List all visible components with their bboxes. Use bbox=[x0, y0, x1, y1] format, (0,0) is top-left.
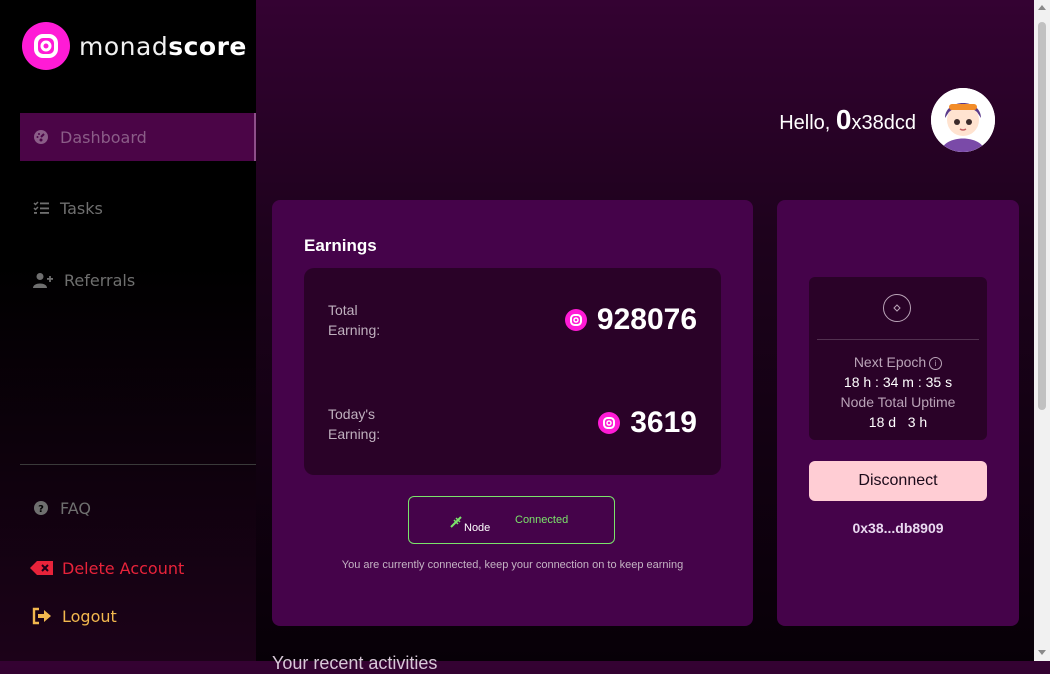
next-epoch-time: 18 h : 34 m : 35 s bbox=[843, 374, 953, 390]
today-earning-amount: 3619 bbox=[630, 406, 697, 439]
address-rest: x38dcd bbox=[851, 112, 917, 134]
sidebar-item-label: Logout bbox=[62, 606, 117, 626]
total-earning-amount: 928076 bbox=[596, 303, 697, 336]
uptime-value: 18 d 3 h bbox=[868, 414, 928, 430]
avatar[interactable] bbox=[931, 88, 995, 152]
sidebar-item-dashboard[interactable]: Dashboard bbox=[20, 113, 256, 161]
sidebar: monadscore Dashboard Tasks Referrals ? F… bbox=[0, 0, 256, 661]
epoch-panel: Next Epoch i 18 h : 34 m : 35 s Node Tota… bbox=[809, 277, 987, 440]
brand-logo[interactable]: monadscore bbox=[22, 22, 247, 70]
logo-icon bbox=[22, 22, 70, 70]
sidebar-item-label: Delete Account bbox=[62, 558, 185, 578]
coin-icon bbox=[564, 309, 587, 331]
greeting: Hello, 0x38dcd bbox=[720, 104, 916, 136]
next-epoch-label: Next Epoch bbox=[853, 354, 927, 370]
sidebar-item-faq[interactable]: ? FAQ bbox=[20, 484, 256, 532]
node-dot-icon bbox=[883, 294, 911, 322]
sidebar-item-label: FAQ bbox=[60, 498, 91, 518]
earnings-card: Earnings Total Earning: 928076 Today's E… bbox=[272, 200, 753, 626]
today-earning-label: Today's Earning: bbox=[328, 406, 381, 442]
logo-wordmark: monadscore bbox=[79, 31, 247, 61]
greeting-text: Hello, bbox=[779, 112, 831, 134]
sidebar-item-label: Tasks bbox=[60, 198, 103, 218]
question-circle-icon: ? bbox=[32, 499, 50, 517]
node-status-box: Node Connected bbox=[408, 496, 615, 544]
sidebar-item-tasks[interactable]: Tasks bbox=[20, 184, 256, 232]
disconnect-button[interactable]: Disconnect bbox=[809, 461, 987, 501]
plug-icon bbox=[449, 514, 463, 533]
sidebar-item-label: Dashboard bbox=[60, 127, 147, 147]
page-scrollbar[interactable] bbox=[1034, 0, 1050, 661]
svg-text:?: ? bbox=[38, 504, 44, 515]
sidebar-item-logout[interactable]: Logout bbox=[20, 592, 256, 640]
earnings-title: Earnings bbox=[304, 236, 377, 255]
sidebar-divider bbox=[20, 464, 256, 465]
node-card: Next Epoch i 18 h : 34 m : 35 s Node Tota… bbox=[777, 200, 1019, 626]
scroll-up-icon[interactable] bbox=[1038, 5, 1046, 10]
uptime-label: Node Total Uptime bbox=[840, 394, 956, 410]
delete-icon bbox=[30, 559, 54, 577]
checklist-icon bbox=[32, 199, 50, 217]
epoch-divider bbox=[817, 339, 979, 340]
scroll-down-icon[interactable] bbox=[1038, 650, 1046, 655]
address-initial: 0 bbox=[835, 104, 852, 135]
next-epoch-row: Next Epoch i bbox=[809, 354, 987, 370]
gauge-icon bbox=[32, 128, 50, 146]
total-earning-value: 928076 bbox=[564, 303, 697, 337]
connection-message: You are currently connected, keep your c… bbox=[341, 559, 684, 571]
today-earning-value: 3619 bbox=[598, 406, 697, 440]
user-plus-icon bbox=[32, 271, 54, 289]
sidebar-item-label: Referrals bbox=[64, 270, 136, 290]
info-icon[interactable]: i bbox=[929, 357, 943, 370]
earnings-panel: Total Earning: 928076 Today's Earning: 3… bbox=[304, 268, 721, 475]
scroll-thumb[interactable] bbox=[1038, 22, 1046, 410]
node-label: Node bbox=[464, 522, 491, 534]
recent-activities-heading: Your recent activities bbox=[272, 653, 438, 673]
coin-icon bbox=[598, 412, 621, 434]
sidebar-item-referrals[interactable]: Referrals bbox=[20, 256, 256, 304]
sidebar-item-delete-account[interactable]: Delete Account bbox=[20, 544, 256, 592]
node-connected-status: Connected bbox=[515, 514, 569, 526]
total-earning-label: Total Earning: bbox=[328, 302, 381, 338]
logout-icon bbox=[32, 607, 52, 625]
wallet-address: 0x38...db8909 bbox=[852, 520, 944, 536]
